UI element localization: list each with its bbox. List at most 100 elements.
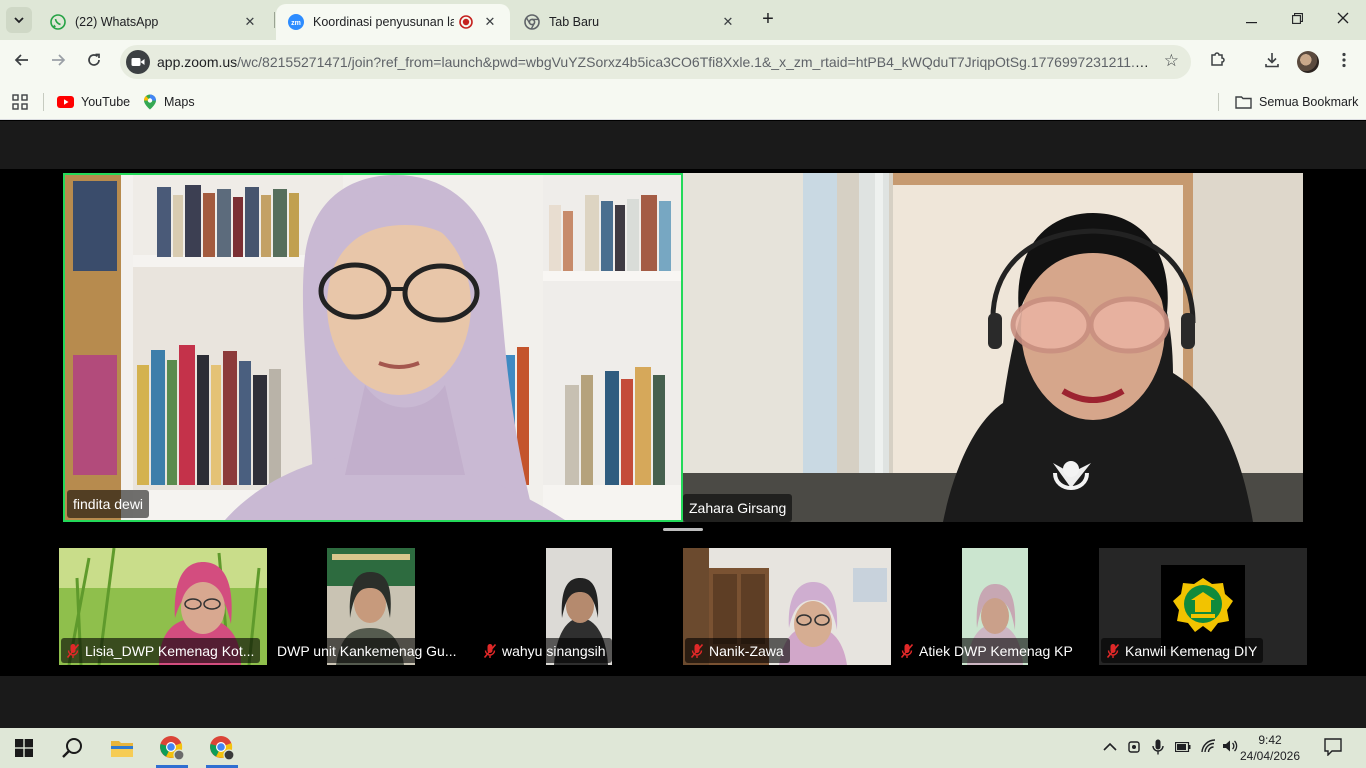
- bookmarks-bar: YouTube Maps Semua Bookmark: [0, 84, 1366, 120]
- tab-zoom-meeting[interactable]: zm Koordinasi penyusunan lapo ✕: [276, 4, 510, 40]
- taskbar-chrome-profile-2[interactable]: [198, 728, 246, 768]
- search-button[interactable]: [48, 728, 96, 768]
- minimize-button[interactable]: [1228, 6, 1274, 34]
- minimize-icon: [1245, 22, 1257, 24]
- wifi-icon[interactable]: [1200, 739, 1216, 756]
- show-hidden-icons-button[interactable]: [1103, 739, 1117, 755]
- notification-icon: [1324, 738, 1342, 757]
- zoom-meeting-area: findita dewi Zahara Girsang Lisia_DWP Ke…: [0, 121, 1366, 728]
- notifications-button[interactable]: [1324, 738, 1342, 759]
- downloads-button[interactable]: [1260, 50, 1284, 74]
- restore-icon: [1291, 13, 1303, 24]
- forward-button[interactable]: [46, 50, 70, 74]
- extensions-button[interactable]: [1206, 50, 1230, 74]
- download-icon: [1265, 53, 1279, 68]
- video-tile-main-speaker[interactable]: findita dewi: [63, 173, 683, 522]
- reload-button[interactable]: [82, 50, 106, 74]
- video-tile-thumbnail[interactable]: DWP unit Kankemenag Gu...: [270, 548, 478, 665]
- participant-name-label: Zahara Girsang: [683, 494, 793, 522]
- url-text[interactable]: app.zoom.us/wc/82155271471/join?ref_from…: [157, 54, 1152, 70]
- windows-icon: [15, 739, 33, 757]
- participant-name-label: Atiek DWP Kemenag KP: [895, 638, 1079, 663]
- new-tab-button[interactable]: +: [756, 8, 780, 32]
- bookmark-maps[interactable]: Maps: [143, 93, 195, 111]
- tab-separator: [274, 12, 275, 28]
- microphone-icon[interactable]: [1152, 739, 1164, 758]
- reload-icon: [88, 53, 100, 66]
- tab-title: Tab Baru: [549, 15, 600, 29]
- start-button[interactable]: [0, 728, 48, 768]
- close-tab-icon[interactable]: ✕: [720, 14, 736, 30]
- tab-whatsapp[interactable]: (22) WhatsApp ✕: [38, 4, 270, 40]
- folder-icon: [1235, 95, 1252, 109]
- video-tile-thumbnail[interactable]: Nanik-Zawa: [683, 548, 891, 665]
- close-tab-icon[interactable]: ✕: [242, 14, 258, 30]
- whatsapp-icon: [50, 14, 66, 30]
- close-window-button[interactable]: [1320, 6, 1366, 34]
- arrow-right-icon: [52, 54, 66, 66]
- chevron-down-icon: [14, 16, 24, 23]
- resize-handle[interactable]: [663, 528, 703, 531]
- participant-name-label: DWP unit Kankemenag Gu...: [272, 638, 463, 663]
- url-host: app.zoom.us: [157, 54, 238, 70]
- chrome-icon: [160, 736, 185, 761]
- mic-off-icon: [483, 643, 497, 659]
- tab-new-tab[interactable]: Tab Baru ✕: [512, 4, 748, 40]
- bookmarks-separator: [1218, 93, 1219, 111]
- folder-icon: [111, 741, 133, 757]
- close-tab-icon[interactable]: ✕: [482, 14, 498, 30]
- youtube-icon: [57, 96, 74, 108]
- mic-off-icon: [900, 643, 914, 659]
- video-tile-thumbnail[interactable]: Atiek DWP Kemenag KP: [893, 548, 1101, 665]
- clock-date: 24/04/2026: [1239, 749, 1301, 763]
- participant-name: Kanwil Kemenag DIY: [1125, 643, 1258, 659]
- participant-name-label: wahyu sinangsih: [478, 638, 612, 663]
- participant-video: [65, 175, 681, 520]
- participant-name-label: Lisia_DWP Kemenag Kot...: [61, 638, 261, 663]
- maps-icon: [143, 94, 157, 110]
- url-path: /wc/82155271471/join?ref_from=launch&pwd…: [237, 54, 1152, 70]
- tab-bar: (22) WhatsApp ✕ zm Koordinasi penyusunan…: [0, 0, 1366, 40]
- apps-button[interactable]: [12, 93, 28, 111]
- system-clock[interactable]: 9:42 24/04/2026: [1236, 732, 1304, 764]
- bookmark-star-icon[interactable]: ☆: [1164, 51, 1179, 71]
- tab-search-button[interactable]: [6, 7, 32, 33]
- battery-icon[interactable]: [1174, 739, 1191, 755]
- tab-title: Koordinasi penyusunan lapo: [313, 15, 454, 29]
- video-tile-thumbnail[interactable]: Kanwil Kemenag DIY: [1099, 548, 1307, 665]
- meet-now-icon[interactable]: [1128, 739, 1142, 758]
- video-tile-main[interactable]: Zahara Girsang: [683, 173, 1303, 522]
- profile-avatar[interactable]: [1297, 51, 1319, 73]
- mic-off-icon: [1106, 643, 1120, 659]
- participant-name-label: findita dewi: [67, 490, 150, 518]
- taskbar-file-explorer[interactable]: [98, 728, 146, 768]
- meeting-header-bar: [0, 121, 1366, 169]
- bookmark-label: Maps: [164, 95, 195, 109]
- clock-time: 9:42: [1258, 733, 1282, 747]
- mic-off-icon: [690, 643, 704, 659]
- zoom-icon: zm: [288, 14, 304, 30]
- site-info-icon[interactable]: [126, 50, 150, 74]
- bookmark-youtube[interactable]: YouTube: [57, 93, 130, 111]
- all-bookmarks-button[interactable]: Semua Bookmark: [1235, 93, 1358, 111]
- participant-name: Nanik-Zawa: [709, 643, 784, 659]
- video-tile-thumbnail[interactable]: Lisia_DWP Kemenag Kot...: [59, 548, 267, 665]
- restore-button[interactable]: [1274, 6, 1320, 34]
- back-button[interactable]: [10, 50, 34, 74]
- bookmark-label: YouTube: [81, 95, 131, 109]
- chrome-icon: [524, 14, 540, 30]
- arrow-left-icon: [14, 54, 28, 66]
- taskbar-chrome-profile-1[interactable]: [148, 728, 196, 768]
- video-tile-thumbnail[interactable]: wahyu sinangsih: [476, 548, 684, 665]
- browser-menu-button[interactable]: [1332, 50, 1356, 74]
- participant-name: Lisia_DWP Kemenag Kot...: [85, 643, 255, 659]
- participant-name-label: Kanwil Kemenag DIY: [1101, 638, 1264, 663]
- chevron-up-icon: [1103, 742, 1117, 751]
- meeting-footer-bar: [0, 676, 1366, 728]
- more-vert-icon: [1342, 52, 1346, 68]
- participant-name: DWP unit Kankemenag Gu...: [277, 643, 457, 659]
- browser-toolbar: app.zoom.us/wc/82155271471/join?ref_from…: [0, 40, 1366, 84]
- address-bar[interactable]: app.zoom.us/wc/82155271471/join?ref_from…: [120, 45, 1191, 79]
- participant-name: wahyu sinangsih: [502, 643, 606, 659]
- close-icon: [1337, 12, 1349, 24]
